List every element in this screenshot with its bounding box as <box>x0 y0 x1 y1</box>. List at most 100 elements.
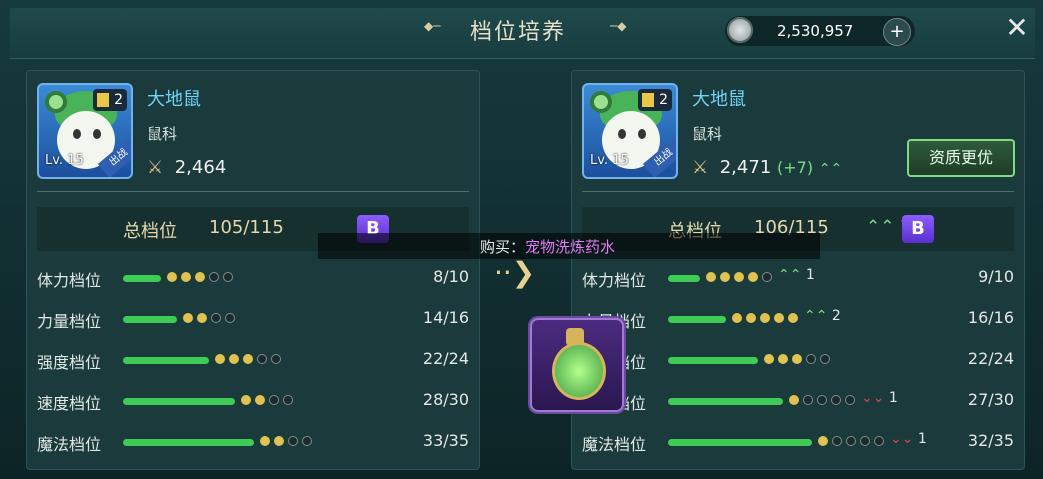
double-up-arrow-icon: ⌃⌃ <box>778 267 806 283</box>
pet-portrait[interactable]: 2 Lv. 15 出战 <box>582 83 678 179</box>
combat-power: ⚔ 2,464 <box>147 157 226 178</box>
pet-name: 大地鼠 <box>692 89 746 110</box>
filled-dot-icon <box>748 272 758 282</box>
stat-label: 体力档位 <box>37 271 102 290</box>
stat-progress-bar <box>123 398 235 405</box>
empty-dot-icon <box>803 395 813 405</box>
total-tier-label: 总档位 <box>123 221 177 242</box>
filled-dot-icon <box>789 395 799 405</box>
filled-dot-icon <box>181 272 191 282</box>
empty-dot-icon <box>762 272 772 282</box>
tier-dots <box>818 436 888 446</box>
stat-row: 强度档位 22/24 <box>37 349 473 373</box>
tier-dots <box>764 354 834 364</box>
stat-delta-value: 1 <box>805 267 815 283</box>
pet-eye-icon <box>638 129 646 139</box>
empty-dot-icon <box>257 354 267 364</box>
empty-dot-icon <box>288 436 298 446</box>
stat-delta-value: 1 <box>917 431 927 447</box>
double-up-arrow-icon: ⌃⌃ <box>818 161 843 177</box>
empty-dot-icon <box>817 395 827 405</box>
star-rank-icon <box>97 93 109 107</box>
stat-label: 魔法档位 <box>582 435 647 454</box>
power-delta: (+7) <box>777 158 814 177</box>
currency-value: 2,530,957 <box>777 22 854 40</box>
swords-icon: ⚔ <box>692 157 709 178</box>
element-ring-icon <box>590 91 612 113</box>
tier-dots <box>241 395 297 405</box>
pet-level: Lv. 15 <box>590 153 629 168</box>
stat-row: 速度档位 28/30 <box>37 390 473 414</box>
filled-dot-icon <box>241 395 251 405</box>
tier-dots <box>732 313 802 323</box>
stat-value: 16/16 <box>967 308 1014 327</box>
empty-dot-icon <box>860 436 870 446</box>
stat-progress-bar <box>123 357 209 364</box>
empty-dot-icon <box>269 395 279 405</box>
stat-delta-value: 1 <box>888 390 898 406</box>
stat-value: 28/30 <box>422 390 469 409</box>
filled-dot-icon <box>255 395 265 405</box>
stat-delta: ⌃⌃ 1 <box>778 267 815 283</box>
stat-value: 22/24 <box>422 349 469 368</box>
stat-label: 强度档位 <box>37 353 102 372</box>
close-button[interactable]: ✕ <box>1003 14 1031 42</box>
filled-dot-icon <box>788 313 798 323</box>
empty-dot-icon <box>832 436 842 446</box>
stat-progress-bar <box>668 439 812 446</box>
stat-progress-bar <box>123 275 161 282</box>
stat-row: 强度档位22/24 <box>582 349 1018 373</box>
empty-dot-icon <box>831 395 841 405</box>
stat-progress-bar <box>123 316 177 323</box>
stat-row: 魔法档位 33/35 <box>37 431 473 455</box>
filled-dot-icon <box>229 354 239 364</box>
pet-family: 鼠科 <box>692 125 723 143</box>
stat-value: 9/10 <box>978 267 1014 286</box>
filled-dot-icon <box>732 313 742 323</box>
stat-label: 力量档位 <box>37 312 102 331</box>
tier-dots <box>215 354 285 364</box>
stat-value: 8/10 <box>433 267 469 286</box>
power-value: 2,471 <box>719 157 772 178</box>
refine-potion-item[interactable] <box>530 318 624 412</box>
stat-label: 体力档位 <box>582 271 647 290</box>
filled-dot-icon <box>778 354 788 364</box>
title-deco-right-icon: ─◆ <box>610 19 627 33</box>
filled-dot-icon <box>197 313 207 323</box>
double-up-arrow-icon: ⌃⌃ <box>866 217 895 237</box>
empty-dot-icon <box>845 395 855 405</box>
empty-dot-icon <box>874 436 884 446</box>
element-ring-icon <box>45 91 67 113</box>
filled-dot-icon <box>167 272 177 282</box>
filled-dot-icon <box>818 436 828 446</box>
potion-bottle-icon <box>552 342 606 400</box>
double-down-arrow-icon: ⌄⌄ <box>861 390 889 406</box>
pet-portrait[interactable]: 2 Lv. 15 出战 <box>37 83 133 179</box>
tier-dots <box>167 272 237 282</box>
double-up-arrow-icon: ⌃⌃ <box>804 308 832 324</box>
transfer-arrow-icon: ··❯ <box>494 256 536 289</box>
pet-eye-icon <box>73 129 81 139</box>
filled-dot-icon <box>706 272 716 282</box>
stat-value: 27/30 <box>967 390 1014 409</box>
empty-dot-icon <box>209 272 219 282</box>
filled-dot-icon <box>764 354 774 364</box>
stat-progress-bar <box>668 316 726 323</box>
buy-item-name[interactable]: 宠物洗炼药水 <box>525 238 615 256</box>
stat-row: 力量档位 14/16 <box>37 308 473 332</box>
stat-label: 速度档位 <box>37 394 102 413</box>
stat-delta-value: 2 <box>831 308 841 324</box>
swords-icon: ⚔ <box>147 157 164 178</box>
empty-dot-icon <box>271 354 281 364</box>
filled-dot-icon <box>792 354 802 364</box>
empty-dot-icon <box>846 436 856 446</box>
pet-eye-icon <box>93 129 101 139</box>
tier-dots <box>789 395 859 405</box>
better-quality-button[interactable]: 资质更优 <box>907 139 1015 177</box>
double-down-arrow-icon: ⌄⌄ <box>890 431 918 447</box>
empty-dot-icon <box>283 395 293 405</box>
stat-progress-bar <box>668 275 700 282</box>
stat-row: 力量档位⌃⌃ 216/16 <box>582 308 1018 332</box>
stat-value: 32/35 <box>967 431 1014 450</box>
add-currency-button[interactable]: + <box>883 18 911 46</box>
